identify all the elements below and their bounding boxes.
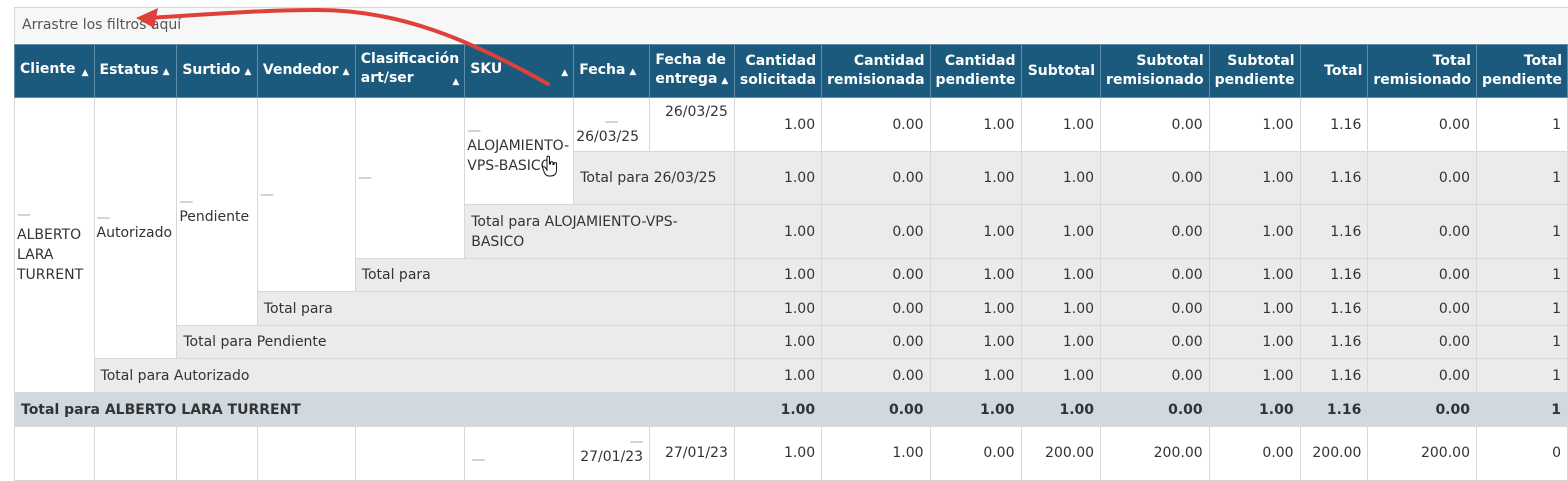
col-header-estatus[interactable]: Estatus ▲ bbox=[93, 44, 178, 98]
sort-asc-icon[interactable]: ▲ bbox=[629, 67, 636, 77]
group-cell-cliente[interactable] bbox=[14, 426, 95, 481]
col-header-cantidad-pendiente[interactable]: Cantidad pendiente bbox=[929, 44, 1022, 98]
group-cell-clasificacion[interactable] bbox=[354, 426, 466, 481]
group-cell-vendedor[interactable]: — bbox=[256, 97, 356, 292]
grand-total-row: Total para ALBERTO LARA TURRENT 1.00 0.0… bbox=[14, 392, 1568, 427]
group-cell-clasificacion[interactable]: — bbox=[354, 97, 466, 259]
col-header-fecha-entrega[interactable]: Fecha de entrega ▲ bbox=[649, 44, 735, 98]
col-header-total[interactable]: Total bbox=[1299, 44, 1369, 98]
subtotal-label: Total para bbox=[256, 291, 735, 326]
group-cell-sku[interactable]: — ALOJAMIENTO-VPS-BASICO bbox=[464, 97, 575, 205]
col-header-sku[interactable]: SKU ▲ bbox=[464, 44, 575, 98]
col-header-total-remisionado[interactable]: Total remisionado bbox=[1367, 44, 1477, 98]
collapse-icon[interactable]: — bbox=[260, 188, 353, 202]
collapse-icon[interactable]: — bbox=[467, 124, 571, 138]
table-row: — —27/01/23 27/01/23 1.00 1.00 0.00 200.… bbox=[14, 426, 1568, 481]
sort-asc-icon[interactable]: ▲ bbox=[342, 67, 349, 77]
subtotal-label: Total para ALOJAMIENTO-VPS-BASICO bbox=[464, 204, 735, 259]
col-header-subtotal-remisionado[interactable]: Subtotal remisionado bbox=[1100, 44, 1210, 98]
group-cell-estatus[interactable]: — Autorizado bbox=[93, 97, 178, 359]
header-row: Cliente ▲ Estatus ▲ Surtido ▲ Vendedor ▲ Cla… bbox=[14, 44, 1568, 98]
sort-asc-icon[interactable]: ▲ bbox=[244, 67, 251, 77]
col-header-clasificacion[interactable]: Clasificación art/ser ▲ bbox=[354, 44, 466, 98]
subtotal-label: Total para Autorizado bbox=[93, 358, 735, 393]
subtotal-label: Total para 26/03/25 bbox=[573, 151, 735, 205]
group-cell-estatus[interactable] bbox=[93, 426, 178, 481]
group-cell-surtido[interactable] bbox=[176, 426, 258, 481]
subtotal-label: Total para bbox=[354, 258, 735, 292]
subtotal-label: Total para Pendiente bbox=[176, 325, 735, 359]
pivot-grid: Cliente ▲ Estatus ▲ Surtido ▲ Vendedor ▲ Cla… bbox=[14, 44, 1568, 481]
sort-asc-icon[interactable]: ▲ bbox=[163, 67, 170, 77]
col-header-cliente[interactable]: Cliente ▲ bbox=[14, 44, 95, 98]
col-header-cantidad-remisionada[interactable]: Cantidad remisionada bbox=[821, 44, 931, 98]
filter-drop-area[interactable]: Arrastre los filtros aquí bbox=[14, 7, 1568, 43]
hand-cursor-icon bbox=[542, 155, 557, 177]
grand-total-label: Total para ALBERTO LARA TURRENT bbox=[14, 392, 735, 427]
table-row: Total para Pendiente 1.00 0.00 1.00 1.00… bbox=[15, 325, 1568, 359]
col-header-cantidad-solicitada[interactable]: Cantidad solicitada bbox=[733, 44, 823, 98]
sort-asc-icon[interactable]: ▲ bbox=[82, 64, 89, 83]
group-cell-cliente[interactable]: —ALBERTO LARA TURRENT bbox=[14, 97, 95, 393]
col-header-subtotal-pendiente[interactable]: Subtotal pendiente bbox=[1208, 44, 1301, 98]
group-cell-sku[interactable]: — bbox=[464, 426, 575, 481]
sort-asc-icon[interactable]: ▲ bbox=[561, 64, 568, 83]
table-row: —ALBERTO LARA TURRENT — Autorizado — Pendi… bbox=[14, 97, 1568, 393]
collapse-icon[interactable]: — bbox=[580, 435, 643, 449]
group-cell-fecha[interactable]: —27/01/23 bbox=[573, 426, 651, 481]
cell-fecha-entrega: 26/03/25 bbox=[649, 97, 735, 152]
collapse-icon[interactable]: — bbox=[17, 207, 31, 223]
col-header-total-pendiente[interactable]: Total pendiente bbox=[1475, 44, 1568, 98]
col-header-surtido[interactable]: Surtido ▲ bbox=[176, 44, 258, 98]
col-header-fecha[interactable]: Fecha ▲ bbox=[573, 44, 651, 98]
group-cell-fecha[interactable]: —26/03/25 bbox=[573, 97, 651, 152]
col-header-vendedor[interactable]: Vendedor ▲ bbox=[256, 44, 356, 98]
filter-drop-placeholder: Arrastre los filtros aquí bbox=[22, 17, 182, 33]
table-row: Total para Autorizado 1.00 0.00 1.00 1.0… bbox=[15, 358, 1568, 393]
collapse-icon[interactable]: — bbox=[576, 115, 647, 129]
sort-asc-icon[interactable]: ▲ bbox=[721, 76, 728, 86]
collapse-icon[interactable]: — bbox=[97, 211, 175, 225]
collapse-icon[interactable]: — bbox=[179, 195, 255, 209]
sort-asc-icon[interactable]: ▲ bbox=[452, 73, 459, 92]
group-cell-vendedor[interactable] bbox=[256, 426, 356, 481]
group-cell-surtido[interactable]: — Pendiente bbox=[176, 97, 258, 326]
col-header-subtotal[interactable]: Subtotal bbox=[1020, 44, 1102, 98]
collapse-icon[interactable]: — bbox=[358, 171, 462, 185]
